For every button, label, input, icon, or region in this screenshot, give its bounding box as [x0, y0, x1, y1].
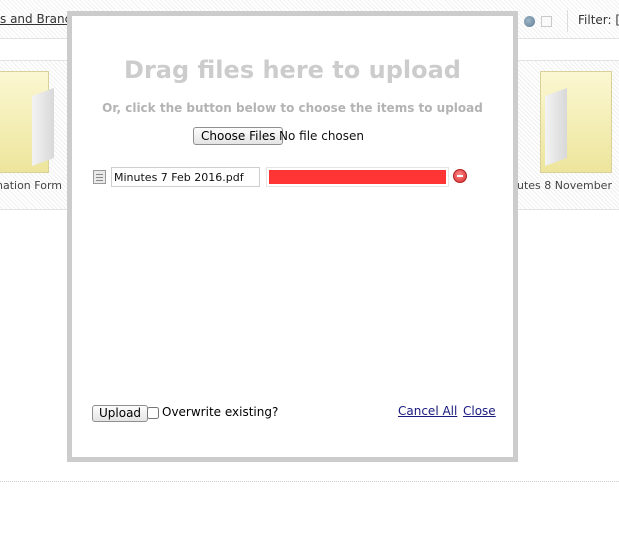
overwrite-checkbox[interactable]	[147, 407, 159, 419]
remove-file-icon[interactable]	[453, 169, 467, 183]
upload-progress-bar	[266, 167, 449, 187]
folder-icon	[0, 71, 54, 173]
folder-icon	[540, 71, 612, 173]
background-checkbox[interactable]	[541, 16, 552, 27]
upload-dialog: Drag files here to upload Or, click the …	[67, 11, 518, 462]
drop-zone-subtitle: Or, click the button below to choose the…	[102, 101, 483, 115]
folder-tile[interactable]: nation Form	[0, 60, 72, 210]
content-divider	[0, 481, 619, 482]
upload-progress-fill	[269, 170, 446, 184]
file-name-field[interactable]	[111, 167, 260, 187]
folder-tile-label: nation Form	[0, 179, 62, 192]
filter-label: Filter: [	[578, 13, 619, 27]
toolbar-separator	[567, 10, 568, 32]
choose-files-button[interactable]: Choose Files	[193, 127, 284, 145]
overwrite-label[interactable]: Overwrite existing?	[162, 405, 278, 419]
refresh-icon[interactable]	[524, 16, 535, 27]
cancel-all-link[interactable]: Cancel All	[398, 404, 457, 418]
document-icon	[93, 170, 106, 184]
folder-tile-label: nutes 8 November	[510, 179, 612, 192]
folder-tile[interactable]: nutes 8 November	[510, 60, 619, 210]
upload-button[interactable]: Upload	[92, 405, 149, 422]
drop-zone-title[interactable]: Drag files here to upload	[72, 56, 513, 84]
close-link[interactable]: Close	[463, 404, 496, 418]
no-file-chosen-text: No file chosen	[279, 129, 365, 143]
